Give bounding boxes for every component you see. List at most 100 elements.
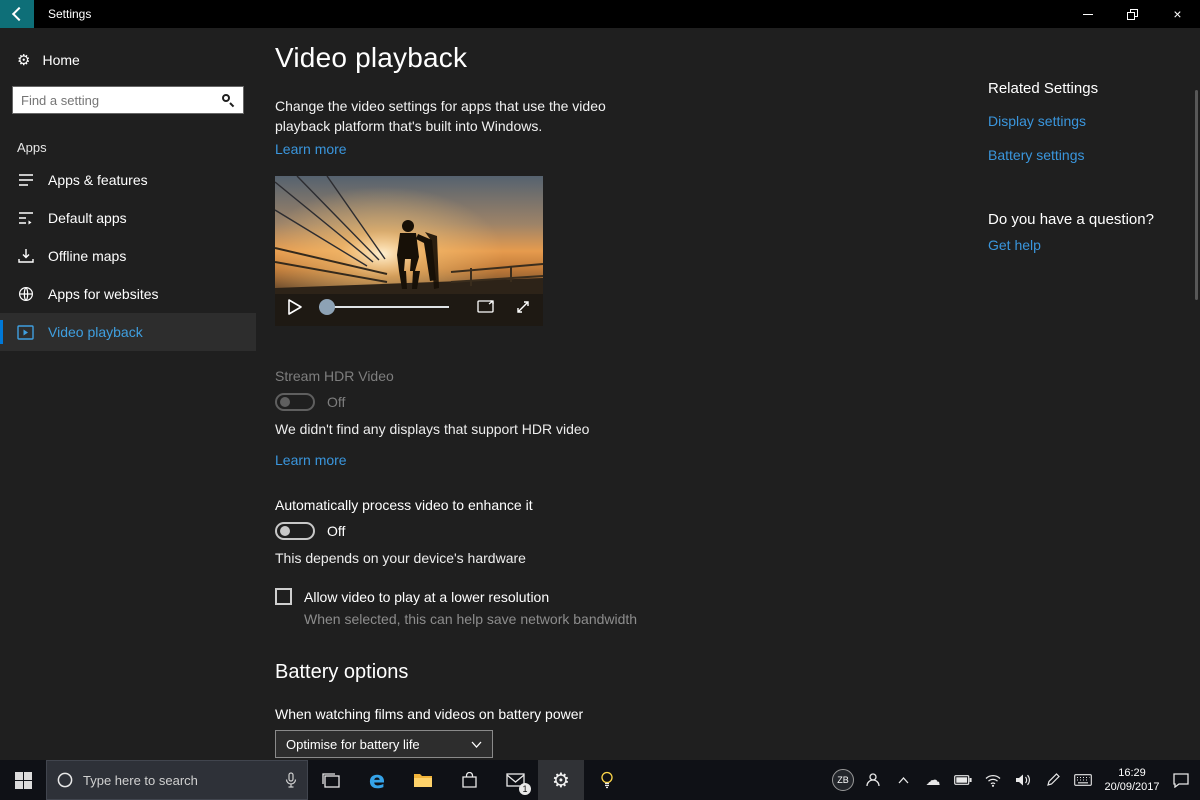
- mail-button[interactable]: 1: [492, 760, 538, 800]
- get-help-link[interactable]: Get help: [988, 237, 1188, 253]
- video-playback-icon: [17, 324, 34, 341]
- taskbar: e 1 ⚙: [0, 760, 1200, 800]
- taskbar-search[interactable]: [46, 760, 308, 800]
- settings-app-button[interactable]: ⚙: [538, 760, 584, 800]
- sidebar-item-label: Apps for websites: [48, 286, 159, 302]
- hdr-note: We didn't find any displays that support…: [275, 421, 965, 437]
- sidebar-item-label: Apps & features: [48, 172, 148, 188]
- offline-maps-icon: [17, 248, 34, 265]
- cast-icon[interactable]: [477, 300, 495, 315]
- hdr-label: Stream HDR Video: [275, 368, 965, 384]
- enhance-label: Automatically process video to enhance i…: [275, 497, 965, 513]
- file-explorer-button[interactable]: [400, 760, 446, 800]
- sidebar-item-default-apps[interactable]: Default apps: [0, 199, 256, 237]
- back-button[interactable]: [0, 0, 34, 28]
- close-button[interactable]: ×: [1155, 0, 1200, 28]
- battery-icon[interactable]: [950, 760, 976, 800]
- sidebar-item-offline-maps[interactable]: Offline maps: [0, 237, 256, 275]
- task-view-button[interactable]: [308, 760, 354, 800]
- touch-keyboard-icon[interactable]: [1070, 760, 1096, 800]
- hdr-toggle[interactable]: [275, 393, 315, 411]
- sidebar-item-apps-features[interactable]: Apps & features: [0, 161, 256, 199]
- video-controls: [287, 294, 531, 320]
- settings-gear-icon: ⚙: [552, 768, 570, 792]
- search-icon[interactable]: [221, 93, 235, 107]
- clock-time: 16:29: [1100, 766, 1164, 780]
- taskbar-search-input[interactable]: [83, 773, 275, 788]
- home-label: Home: [42, 52, 79, 68]
- store-button[interactable]: [446, 760, 492, 800]
- main-content: Video playback Change the video settings…: [275, 28, 965, 800]
- page-title: Video playback: [275, 42, 965, 74]
- settings-window: Settings × ⚙ Home Apps Apps & features: [0, 0, 1200, 800]
- hdr-toggle-state: Off: [327, 394, 345, 410]
- chevron-down-icon: [471, 735, 482, 753]
- fullscreen-icon[interactable]: [515, 299, 531, 315]
- seek-slider[interactable]: [319, 299, 449, 315]
- restore-button[interactable]: [1110, 0, 1155, 28]
- enhance-toggle[interactable]: [275, 522, 315, 540]
- hdr-toggle-row: Off: [275, 393, 965, 411]
- taskbar-clock[interactable]: 16:29 20/09/2017: [1100, 766, 1164, 794]
- scrollbar[interactable]: [1195, 90, 1198, 300]
- lower-resolution-checkbox[interactable]: [275, 588, 292, 605]
- window-title: Settings: [48, 7, 91, 21]
- minimize-button[interactable]: [1065, 0, 1110, 28]
- hdr-learn-more-link[interactable]: Learn more: [275, 452, 347, 468]
- battery-options-title: Battery options: [275, 661, 965, 684]
- close-icon: ×: [1173, 6, 1181, 22]
- battery-mode-dropdown[interactable]: Optimise for battery life: [275, 730, 493, 758]
- apps-features-icon: [17, 172, 34, 189]
- display-settings-link[interactable]: Display settings: [988, 113, 1188, 129]
- battery-settings-link[interactable]: Battery settings: [988, 147, 1188, 163]
- wifi-icon[interactable]: [980, 760, 1006, 800]
- learn-more-link[interactable]: Learn more: [275, 141, 347, 157]
- sidebar-item-label: Default apps: [48, 210, 127, 226]
- edge-button[interactable]: e: [354, 760, 400, 800]
- sidebar-section-apps: Apps: [0, 140, 256, 155]
- seek-slider-thumb[interactable]: [319, 299, 335, 315]
- edge-icon: e: [369, 768, 385, 792]
- sidebar-item-label: Video playback: [48, 324, 143, 340]
- file-explorer-icon: [413, 772, 433, 788]
- task-view-icon: [322, 773, 340, 788]
- sidebar-item-apps-for-websites[interactable]: Apps for websites: [0, 275, 256, 313]
- settings-search-input[interactable]: [21, 93, 221, 108]
- start-button[interactable]: [0, 760, 46, 800]
- enhance-toggle-row: Off: [275, 522, 965, 540]
- sidebar-item-video-playback[interactable]: Video playback: [0, 313, 256, 351]
- people-icon[interactable]: [860, 760, 886, 800]
- related-settings-title: Related Settings: [988, 80, 1188, 97]
- gear-icon: ⚙: [17, 51, 30, 69]
- action-center-icon[interactable]: [1168, 760, 1194, 800]
- store-icon: [461, 772, 478, 789]
- lower-resolution-label: Allow video to play at a lower resolutio…: [304, 589, 549, 605]
- play-icon[interactable]: [287, 298, 303, 316]
- battery-subtitle: When watching films and videos on batter…: [275, 706, 965, 722]
- lower-resolution-note: When selected, this can help save networ…: [304, 611, 965, 627]
- volume-icon[interactable]: [1010, 760, 1036, 800]
- lower-resolution-row[interactable]: Allow video to play at a lower resolutio…: [275, 588, 965, 605]
- sidebar-item-home[interactable]: ⚙ Home: [0, 42, 256, 78]
- onedrive-cloud-icon[interactable]: ☁: [920, 760, 946, 800]
- default-apps-icon: [17, 210, 34, 227]
- related-settings-panel: Related Settings Display settings Batter…: [988, 80, 1188, 253]
- titlebar: Settings ×: [0, 0, 1200, 28]
- settings-search-box[interactable]: [12, 86, 244, 114]
- user-account-badge[interactable]: ZB: [830, 760, 856, 800]
- lightbulb-icon: [600, 771, 614, 789]
- video-preview[interactable]: [275, 176, 543, 326]
- clock-date: 20/09/2017: [1100, 780, 1164, 794]
- enhance-toggle-state: Off: [327, 523, 345, 539]
- minimize-icon: [1083, 14, 1093, 15]
- apps-websites-icon: [17, 286, 34, 303]
- windows-logo-icon: [15, 772, 32, 789]
- pen-icon[interactable]: [1040, 760, 1066, 800]
- tray-expand-chevron[interactable]: [890, 760, 916, 800]
- mic-icon[interactable]: [285, 772, 297, 788]
- enhance-note: This depends on your device's hardware: [275, 550, 965, 566]
- user-badge-label: ZB: [832, 769, 854, 791]
- tips-app-button[interactable]: [584, 760, 630, 800]
- cortana-icon: [57, 772, 73, 788]
- system-tray: ZB ☁: [830, 760, 1200, 800]
